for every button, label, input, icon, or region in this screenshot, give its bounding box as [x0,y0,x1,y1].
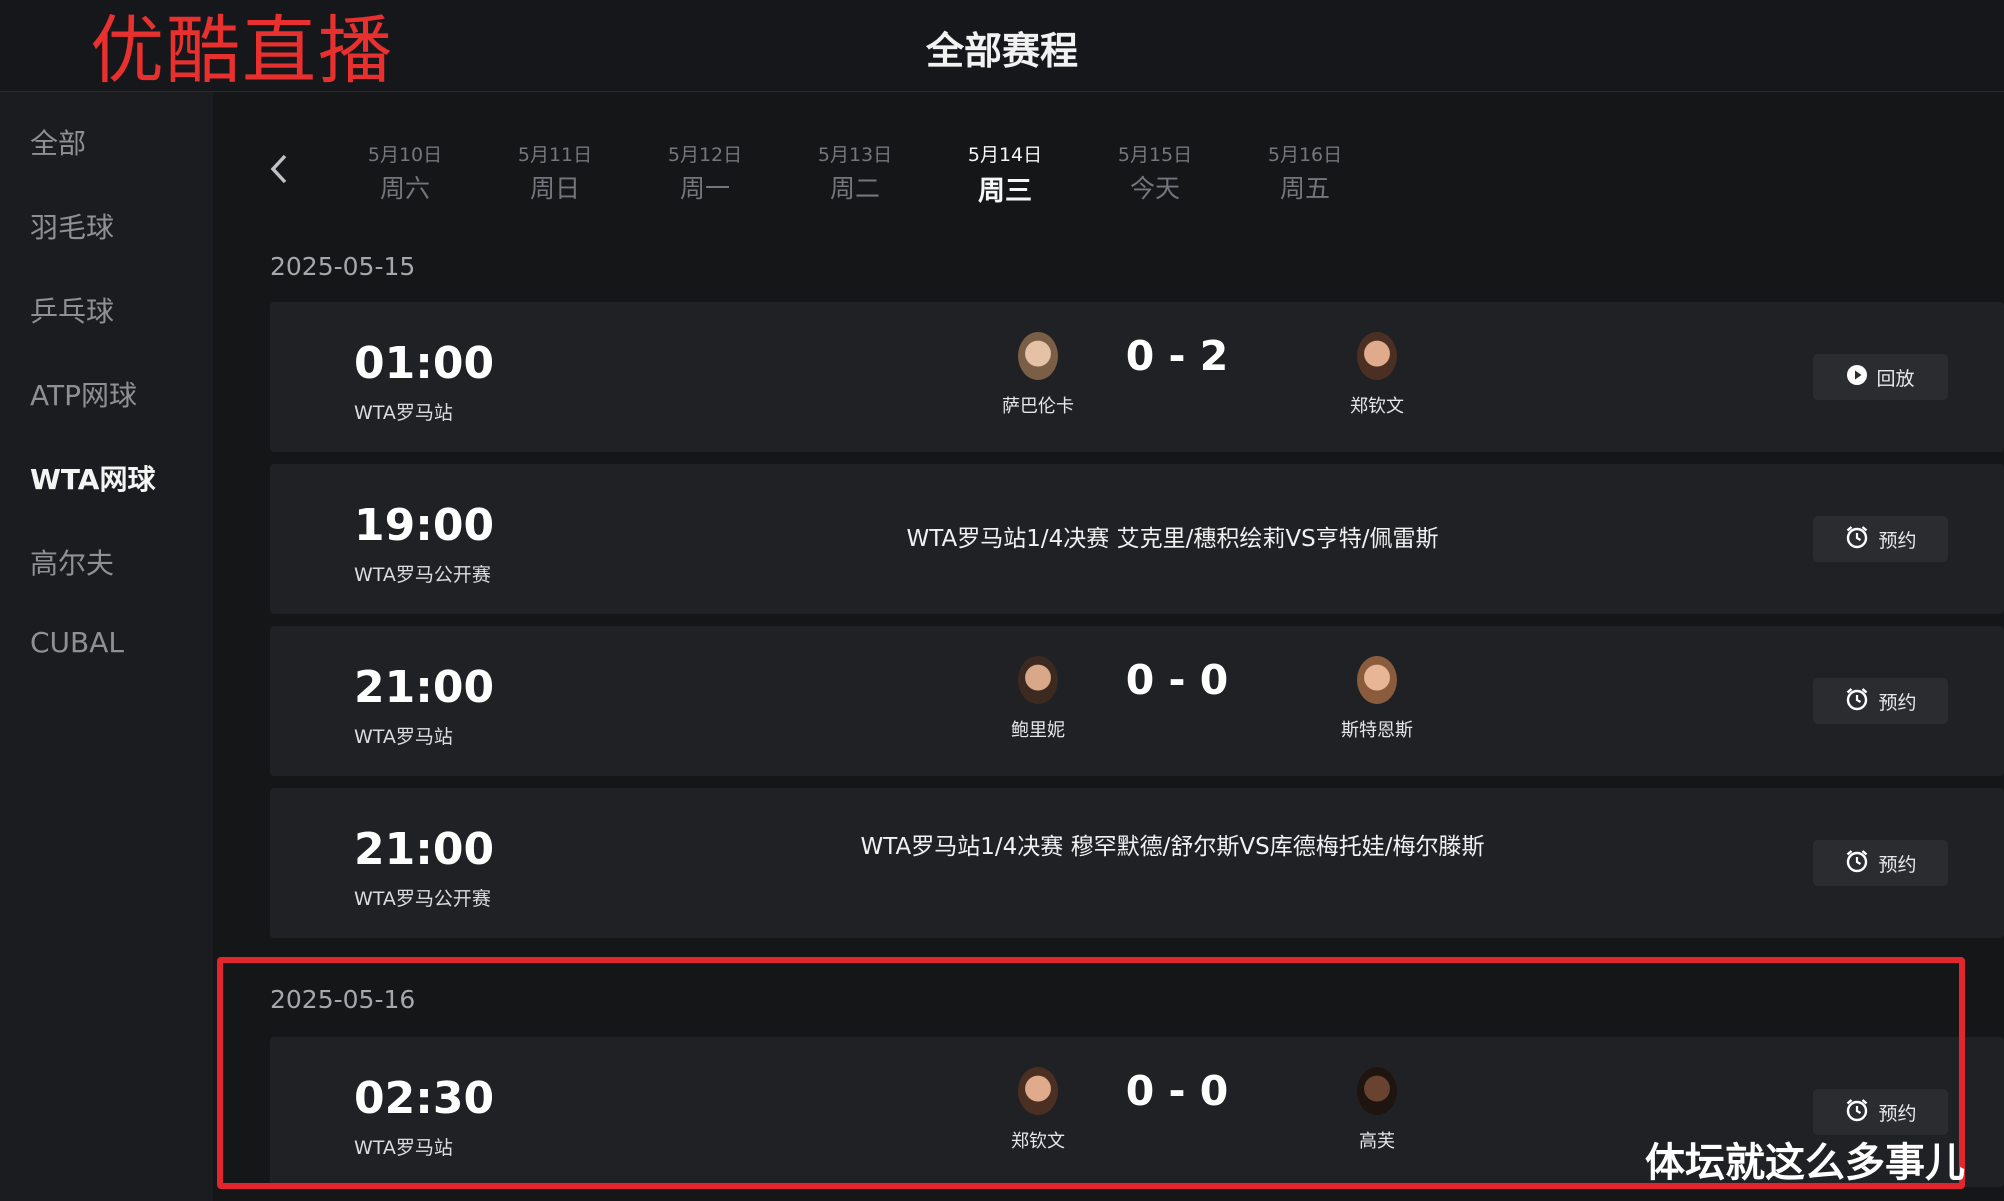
schedule-main: 5月10日 周六 5月11日 周日 5月12日 周一 5月13日 周二 5月14… [213,92,2004,1201]
player-avatar [1357,332,1397,380]
player-name: 郑钦文 [1350,396,1404,417]
player-avatar [1018,332,1058,380]
sidebar: 全部 羽毛球 乒乓球 ATP网球 WTA网球 高尔夫 CUBAL [0,92,213,1201]
match-card[interactable]: 01:00 WTA罗马站 萨巴伦卡 0 - 2 郑钦文 回放 [270,302,2004,452]
day-weekday: 周五 [1279,174,1330,203]
player-home: 郑钦文 [968,1067,1108,1153]
button-label: 预约 [1878,1102,1917,1125]
button-label: 预约 [1878,853,1917,876]
match-card[interactable]: 19:00 WTA罗马公开赛 WTA罗马站1/4决赛 艾克里/穗积绘莉VS亨特/… [270,464,2004,614]
play-circle-icon [1846,364,1868,391]
day-weekday: 周三 [978,176,1032,207]
player-away: 高芙 [1307,1067,1447,1153]
match-card[interactable]: 21:00 WTA罗马站 鲍里妮 0 - 0 斯特恩斯 预约 [270,626,2004,776]
day-tab-0510[interactable]: 5月10日 周六 [355,140,455,205]
day-date: 5月15日 [1117,144,1193,166]
match-league: WTA罗马公开赛 [354,888,491,910]
match-title: WTA罗马站1/4决赛 艾克里/穗积绘莉VS亨特/佩雷斯 [906,526,1439,552]
player-away: 郑钦文 [1307,332,1447,418]
player-avatar [1357,656,1397,704]
day-tab-0512[interactable]: 5月12日 周一 [655,140,755,205]
match-time: 01:00 [354,338,495,389]
match-score: 0 - 0 [1125,656,1229,704]
player-home: 萨巴伦卡 [968,332,1108,418]
sidebar-item-table-tennis[interactable]: 乒乓球 [30,290,114,330]
watermark-text: 体坛就这么多事儿 [1645,1140,1965,1186]
match-time: 02:30 [354,1073,495,1124]
sidebar-item-all[interactable]: 全部 [30,122,86,162]
player-avatar [1018,656,1058,704]
player-name: 高芙 [1359,1131,1395,1152]
date-group-header: 2025-05-16 [270,985,416,1014]
match-league: WTA罗马站 [354,1137,453,1159]
match-league: WTA罗马公开赛 [354,564,491,586]
day-date: 5月14日 [967,144,1043,166]
button-label: 回放 [1876,367,1915,390]
match-card[interactable]: 21:00 WTA罗马公开赛 WTA罗马站1/4决赛 穆罕默德/舒尔斯VS库德梅… [270,788,2004,938]
alarm-clock-icon [1844,1097,1870,1128]
match-score: 0 - 0 [1125,1067,1229,1115]
player-name: 斯特恩斯 [1341,720,1413,741]
match-league: WTA罗马站 [354,402,453,424]
player-avatar [1357,1067,1397,1115]
reserve-button[interactable]: 预约 [1813,516,1948,562]
player-home: 鲍里妮 [968,656,1108,742]
day-tab-0514[interactable]: 5月14日 周三 [955,140,1055,208]
sidebar-item-badminton[interactable]: 羽毛球 [30,206,114,246]
match-title: WTA罗马站1/4决赛 穆罕默德/舒尔斯VS库德梅托娃/梅尔滕斯 [860,834,1485,860]
match-time: 19:00 [354,500,495,551]
match-time: 21:00 [354,662,495,713]
day-tab-0511[interactable]: 5月11日 周日 [505,140,605,205]
alarm-clock-icon [1844,848,1870,879]
day-date: 5月16日 [1267,144,1343,166]
day-date: 5月12日 [667,144,743,166]
day-tab-0516[interactable]: 5月16日 周五 [1255,140,1355,205]
button-label: 预约 [1878,529,1917,552]
player-avatar [1018,1067,1058,1115]
day-weekday: 周二 [829,174,880,203]
alarm-clock-icon [1844,686,1870,717]
replay-button[interactable]: 回放 [1813,354,1948,400]
day-date: 5月10日 [367,144,443,166]
player-name: 鲍里妮 [1011,720,1065,741]
day-date: 5月13日 [817,144,893,166]
button-label: 预约 [1878,691,1917,714]
day-weekday: 周日 [529,174,580,203]
page-title: 全部赛程 [925,29,1078,73]
sidebar-item-cubal[interactable]: CUBAL [30,626,124,659]
top-bar: 优酷直播 全部赛程 [0,0,2004,92]
reserve-button[interactable]: 预约 [1813,678,1948,724]
day-weekday: 周一 [679,174,730,203]
sidebar-item-atp-tennis[interactable]: ATP网球 [30,374,137,414]
match-score: 0 - 2 [1125,332,1229,380]
chevron-left-icon[interactable] [268,152,290,193]
reserve-button[interactable]: 预约 [1813,1089,1948,1135]
player-name: 郑钦文 [1011,1131,1065,1152]
day-weekday: 今天 [1129,174,1180,203]
match-league: WTA罗马站 [354,726,453,748]
day-date: 5月11日 [517,144,593,166]
player-away: 斯特恩斯 [1307,656,1447,742]
day-weekday: 周六 [379,174,430,203]
match-time: 21:00 [354,824,495,875]
player-name: 萨巴伦卡 [1002,396,1074,417]
date-group-header: 2025-05-15 [270,252,416,281]
alarm-clock-icon [1844,524,1870,555]
sidebar-item-wta-tennis[interactable]: WTA网球 [30,458,155,498]
reserve-button[interactable]: 预约 [1813,840,1948,886]
day-tab-0513[interactable]: 5月13日 周二 [805,140,905,205]
day-tab-0515[interactable]: 5月15日 今天 [1105,140,1205,205]
sidebar-item-golf[interactable]: 高尔夫 [30,542,114,582]
